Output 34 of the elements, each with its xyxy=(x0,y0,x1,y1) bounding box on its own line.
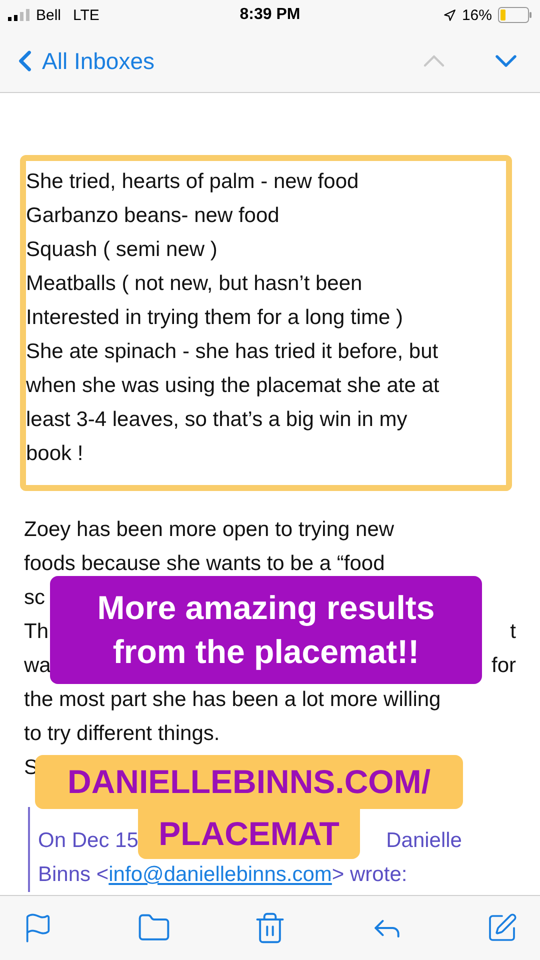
headline-text: More amazing results from the placemat!! xyxy=(96,588,436,672)
back-button[interactable]: All Inboxes xyxy=(8,44,155,78)
link-sticker: DANIELLEBINNS.COM/ xyxy=(35,755,463,809)
email-text-line: She tried, hearts of palm - new food xyxy=(26,169,360,195)
link-sticker: PLACEMAT xyxy=(138,809,360,859)
battery-percent: 16% xyxy=(462,6,492,24)
email-text-line: least 3-4 leaves, so that’s a big win in my xyxy=(26,407,408,433)
email-text-fragment: for xyxy=(491,654,516,678)
email-text-line: Garbanzo beans- new food xyxy=(26,203,280,229)
quote-sender-fragment: Danielle xyxy=(386,829,462,853)
email-text-line: Interested in trying them for a long time ) xyxy=(26,305,404,331)
email-text-line: sc xyxy=(24,586,45,610)
email-text-line: the most part she has been a lot more willing xyxy=(24,688,441,712)
email-text-line: Squash ( semi new ) xyxy=(26,237,218,263)
email-text-line: Th xyxy=(24,620,49,644)
email-link[interactable]: info@daniellebinns.com xyxy=(108,863,332,886)
email-text-line: Zoey has been more open to trying new xyxy=(24,518,394,542)
quote-header-fragment: On Dec 15 xyxy=(38,829,138,853)
network-type: LTE xyxy=(73,6,100,24)
email-text-fragment: t xyxy=(510,620,516,644)
email-text-line: when she was using the placemat she ate at xyxy=(26,373,440,399)
email-text-line: Meatballs ( not new, but hasn’t been xyxy=(26,271,364,297)
quote-attribution: Binns <info@daniellebinns.com> wrote: xyxy=(38,863,408,886)
email-text-line: book ! xyxy=(26,441,84,467)
email-text-line: wa xyxy=(24,654,51,678)
battery-icon xyxy=(498,7,532,23)
email-text-line: to try different things. xyxy=(24,722,220,746)
compose-icon xyxy=(486,912,518,944)
clock-time: 8:39 PM xyxy=(240,6,300,24)
carrier-name: Bell xyxy=(36,6,62,24)
location-arrow-icon xyxy=(442,8,456,22)
email-text-line: foods because she wants to be a “food xyxy=(24,552,385,576)
signal-bars-icon xyxy=(8,9,30,21)
email-text-line: She ate spinach - she has tried it before, but xyxy=(26,339,440,365)
